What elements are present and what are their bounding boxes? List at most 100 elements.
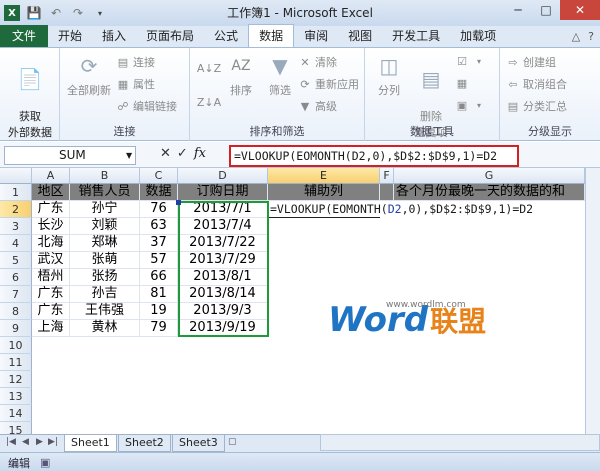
cell-value[interactable]: 37 [140, 235, 178, 252]
tab-formulas[interactable]: 公式 [204, 25, 248, 47]
cell-e1[interactable]: 辅助列 [268, 184, 380, 201]
save-icon[interactable]: 💾 [26, 5, 42, 21]
tab-view[interactable]: 视图 [338, 25, 382, 47]
cell-date[interactable]: 2013/8/1 [178, 269, 268, 286]
minimize-ribbon-icon[interactable]: △ [572, 30, 580, 43]
ungroup-button[interactable]: ⇦ 取消组合 [506, 76, 567, 92]
row-header[interactable]: 8 [0, 303, 32, 320]
column-header-f[interactable]: F [380, 168, 394, 184]
row-header[interactable]: 6 [0, 269, 32, 286]
row-header[interactable]: 10 [0, 337, 32, 354]
row-header[interactable]: 12 [0, 371, 32, 388]
cell-region[interactable]: 广东 [32, 286, 70, 303]
column-header-g[interactable]: G [394, 168, 585, 184]
undo-icon[interactable]: ↶ [48, 5, 64, 21]
what-if-button[interactable]: ▣ ▾ [455, 98, 486, 112]
cell-c1[interactable]: 数据 [140, 184, 178, 201]
name-box[interactable]: SUM [4, 146, 136, 165]
sort-za-button[interactable]: Z↓A [194, 88, 222, 118]
cell-person[interactable]: 孙吉 [70, 286, 140, 303]
column-header-b[interactable]: B [70, 168, 140, 184]
row-header[interactable]: 13 [0, 388, 32, 405]
cell-value[interactable]: 79 [140, 320, 178, 337]
tab-home[interactable]: 开始 [48, 25, 92, 47]
row-header[interactable]: 1 [0, 184, 32, 201]
row-header[interactable]: 3 [0, 218, 32, 235]
row-header[interactable]: 9 [0, 320, 32, 337]
text-to-columns-button[interactable]: ◫ 分列 [369, 52, 409, 98]
cell-region[interactable]: 长沙 [32, 218, 70, 235]
subtotal-button[interactable]: ▤ 分类汇总 [506, 98, 567, 114]
advanced-button[interactable]: ▼ 高级 [298, 98, 337, 114]
sheet-tab-3[interactable]: Sheet3 [172, 435, 225, 452]
row-header[interactable]: 2 [0, 201, 32, 218]
close-button[interactable]: ✕ [560, 0, 600, 20]
cell-person[interactable]: 张扬 [70, 269, 140, 286]
cell-value[interactable]: 19 [140, 303, 178, 320]
minimize-button[interactable]: ─ [504, 0, 532, 20]
customize-qat-icon[interactable]: ▾ [92, 5, 108, 21]
sheet-tab-1[interactable]: Sheet1 [64, 435, 117, 452]
cell-region[interactable]: 广东 [32, 303, 70, 320]
name-box-dropdown-icon[interactable]: ▼ [126, 151, 132, 160]
get-external-data-button[interactable]: 📄 获取 外部数据 [6, 52, 54, 140]
reapply-button[interactable]: ⟳ 重新应用 [298, 76, 359, 92]
cell-region[interactable]: 广东 [32, 201, 70, 218]
prev-sheet-icon[interactable]: ◀ [22, 437, 29, 447]
macro-record-icon[interactable]: ▣ [40, 456, 50, 469]
cell-person[interactable]: 张萌 [70, 252, 140, 269]
cell-person[interactable]: 王伟强 [70, 303, 140, 320]
cell-g1[interactable]: 各个月份最晚一天的数据的和 [394, 184, 585, 201]
cell-a1[interactable]: 地区 [32, 184, 70, 201]
row-header[interactable]: 5 [0, 252, 32, 269]
cell-date[interactable]: 2013/9/19 [178, 320, 268, 337]
cell-person[interactable]: 刘颖 [70, 218, 140, 235]
tab-data[interactable]: 数据 [248, 24, 295, 47]
group-button[interactable]: ⇨ 创建组 [506, 54, 556, 70]
tab-addins[interactable]: 加载项 [450, 25, 506, 47]
cell-date[interactable]: 2013/7/22 [178, 235, 268, 252]
next-sheet-icon[interactable]: ▶ [36, 437, 43, 447]
cell-region[interactable]: 武汉 [32, 252, 70, 269]
horizontal-scrollbar[interactable] [320, 434, 600, 451]
connections-button[interactable]: ▤ 连接 [116, 54, 155, 70]
data-validation-button[interactable]: ☑ ▾ [455, 54, 486, 68]
sheet-tab-2[interactable]: Sheet2 [118, 435, 171, 452]
help-icon[interactable]: ? [588, 30, 594, 43]
select-all-corner[interactable] [0, 168, 32, 184]
cell-date[interactable]: 2013/7/4 [178, 218, 268, 235]
cell-person[interactable]: 孙宁 [70, 201, 140, 218]
formula-input[interactable]: =VLOOKUP(EOMONTH(D2,0),$D$2:$D$9,1)=D2 [229, 145, 519, 167]
tab-insert[interactable]: 插入 [92, 25, 136, 47]
filter-button[interactable]: ▼ 筛选 [262, 52, 298, 98]
last-sheet-icon[interactable]: ▶| [48, 437, 58, 447]
cell-d1[interactable]: 订购日期 [178, 184, 268, 201]
edit-links-button[interactable]: ☍ 编辑链接 [116, 98, 177, 114]
maximize-button[interactable]: □ [532, 0, 560, 20]
tab-developer[interactable]: 开发工具 [382, 25, 450, 47]
clear-button[interactable]: ✕ 清除 [298, 54, 337, 70]
cancel-icon[interactable]: ✕ [160, 146, 171, 161]
cell-value[interactable]: 63 [140, 218, 178, 235]
column-header-c[interactable]: C [140, 168, 178, 184]
cell-value[interactable]: 76 [140, 201, 178, 218]
column-header-e[interactable]: E [268, 168, 380, 184]
cell-date[interactable]: 2013/8/14 [178, 286, 268, 303]
worksheet-grid[interactable]: A B C D E F G 1 2 3 4 5 6 7 8 9 10 11 12… [0, 168, 600, 439]
redo-icon[interactable]: ↷ [70, 5, 86, 21]
row-header[interactable]: 4 [0, 235, 32, 252]
cell-value[interactable]: 66 [140, 269, 178, 286]
insert-function-icon[interactable]: fx [194, 146, 206, 161]
cell-person[interactable]: 黄林 [70, 320, 140, 337]
cell-date[interactable]: 2013/7/1 [178, 201, 268, 218]
cell-b1[interactable]: 销售人员 [70, 184, 140, 201]
enter-icon[interactable]: ✓ [177, 146, 188, 161]
row-header[interactable]: 14 [0, 405, 32, 422]
cell-region[interactable]: 梧州 [32, 269, 70, 286]
cell-value[interactable]: 57 [140, 252, 178, 269]
insert-sheet-icon[interactable]: ▢ [228, 437, 237, 447]
tab-file[interactable]: 文件 [0, 25, 48, 47]
column-header-a[interactable]: A [32, 168, 70, 184]
sort-button[interactable]: AZ 排序 [222, 52, 260, 98]
cell-region[interactable]: 上海 [32, 320, 70, 337]
